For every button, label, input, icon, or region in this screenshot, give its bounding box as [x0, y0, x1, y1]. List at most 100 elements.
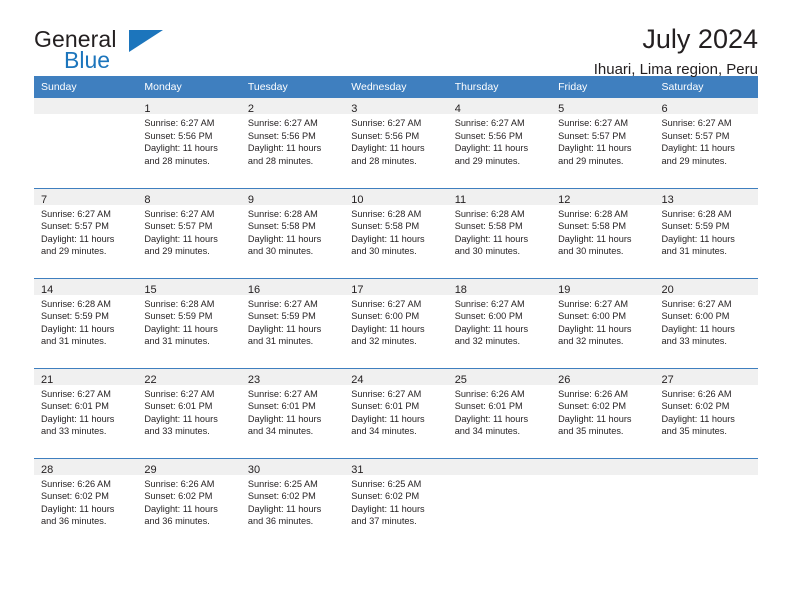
- calendar-day-cell[interactable]: 5 Sunrise: 6:27 AM Sunset: 5:57 PM Daylight…: [551, 98, 655, 188]
- day-number: 29: [144, 463, 157, 476]
- day-number: 3: [351, 103, 358, 115]
- calendar-day-cell[interactable]: 6 Sunrise: 6:27 AM Sunset: 5:57 PM Daylight…: [654, 98, 758, 188]
- calendar-day-cell[interactable]: 10 Sunrise: 6:28 AM Sunset: 5:58 PM Dayligh…: [344, 187, 448, 278]
- calendar-day-cell[interactable]: 18 Sunrise: 6:27 AM Sunset: 6:00 PM Dayligh…: [447, 277, 552, 368]
- calendar-day-cell[interactable]: 12 Sunrise: 6:28 AM Sunset: 5:58 PM Dayligh…: [551, 187, 655, 278]
- day-cell-content: 14 Sunrise: 6:28 AM Sunset: 5:59 PM Dayligh…: [34, 278, 138, 368]
- calendar-day-cell[interactable]: [34, 98, 138, 188]
- day-cell-content: 5 Sunrise: 6:27 AM Sunset: 5:57 PM Daylight…: [551, 98, 655, 187]
- calendar-day-cell[interactable]: 31 Sunrise: 6:25 AM Sunset: 6:02 PM Dayligh…: [344, 457, 448, 548]
- calendar-day-cell[interactable]: 20 Sunrise: 6:27 AM Sunset: 6:00 PM Dayligh…: [654, 277, 758, 368]
- daylight-text-line2: and 31 minutes.: [247, 336, 314, 347]
- day-number-band: 10: [344, 188, 448, 206]
- day-number: 4: [454, 103, 461, 115]
- sunrise-text: Sunrise: 6:27 AM: [41, 208, 111, 219]
- daylight-text-line2: and 28 minutes.: [144, 155, 210, 166]
- sunrise-text: Sunrise: 6:27 AM: [454, 118, 525, 128]
- daylight-text-line2: and 32 minutes.: [454, 336, 521, 347]
- day-number: 15: [144, 283, 157, 296]
- calendar-day-cell[interactable]: [654, 457, 758, 548]
- daylight-text-line2: and 31 minutes.: [144, 336, 210, 347]
- day-number-band: 31: [344, 458, 448, 476]
- daylight-text-line1: Daylight: 11 hours: [144, 413, 218, 424]
- day-cell-content: 17 Sunrise: 6:27 AM Sunset: 6:00 PM Dayligh…: [344, 278, 448, 368]
- day-cell-content: 8 Sunrise: 6:27 AM Sunset: 5:57 PM Daylight…: [137, 188, 241, 278]
- calendar-day-cell[interactable]: 25 Sunrise: 6:26 AM Sunset: 6:01 PM Dayligh…: [447, 367, 552, 458]
- daylight-text-line2: and 30 minutes.: [558, 246, 624, 257]
- sunrise-text: Sunrise: 6:28 AM: [454, 208, 525, 219]
- day-details: Sunrise: 6:26 AM Sunset: 6:02 PM Daylight:…: [655, 385, 758, 438]
- sunrise-text: Sunrise: 6:27 AM: [247, 118, 318, 128]
- calendar-day-cell[interactable]: 23 Sunrise: 6:27 AM Sunset: 6:01 PM Dayligh…: [240, 367, 345, 458]
- calendar-day-cell[interactable]: 13 Sunrise: 6:28 AM Sunset: 5:59 PM Dayligh…: [654, 187, 758, 278]
- daylight-text-line2: and 30 minutes.: [351, 246, 417, 257]
- sunset-text: Sunset: 5:57 PM: [558, 130, 627, 141]
- calendar-week-row: 21 Sunrise: 6:27 AM Sunset: 6:01 PM Dayligh…: [34, 367, 758, 458]
- day-details: Sunrise: 6:27 AM Sunset: 6:01 PM Daylight:…: [344, 385, 447, 438]
- calendar-day-cell[interactable]: 8 Sunrise: 6:27 AM Sunset: 5:57 PM Daylight…: [137, 187, 241, 278]
- calendar-day-cell[interactable]: 11 Sunrise: 6:28 AM Sunset: 5:58 PM Dayligh…: [447, 187, 552, 278]
- page-header: General Blue July 2024 Ihuari, Lima regi…: [34, 0, 758, 78]
- sunset-text: Sunset: 5:57 PM: [661, 130, 730, 141]
- day-details: Sunrise: 6:28 AM Sunset: 5:58 PM Daylight:…: [448, 205, 551, 258]
- calendar-day-cell[interactable]: 19 Sunrise: 6:27 AM Sunset: 6:00 PM Dayligh…: [551, 277, 655, 368]
- day-number: 14: [41, 283, 54, 296]
- calendar-day-cell[interactable]: 7 Sunrise: 6:27 AM Sunset: 5:57 PM Daylight…: [34, 187, 138, 278]
- day-number: 17: [351, 283, 364, 296]
- sunrise-text: Sunrise: 6:27 AM: [558, 298, 629, 309]
- calendar-day-cell[interactable]: 27 Sunrise: 6:26 AM Sunset: 6:02 PM Dayligh…: [654, 367, 758, 458]
- day-details: Sunrise: 6:27 AM Sunset: 5:57 PM Daylight:…: [137, 205, 240, 258]
- calendar-day-cell[interactable]: [447, 457, 552, 548]
- calendar-day-cell[interactable]: 30 Sunrise: 6:25 AM Sunset: 6:02 PM Dayligh…: [240, 457, 345, 548]
- day-number-band: 29: [137, 458, 241, 476]
- day-number-band: 3: [344, 98, 448, 115]
- daylight-text-line1: Daylight: 11 hours: [351, 233, 425, 244]
- daylight-text-line2: and 36 minutes.: [144, 516, 210, 527]
- calendar-day-cell[interactable]: 15 Sunrise: 6:28 AM Sunset: 5:59 PM Dayligh…: [137, 277, 241, 368]
- sunrise-text: Sunrise: 6:27 AM: [247, 298, 318, 309]
- daylight-text-line2: and 29 minutes.: [144, 246, 210, 257]
- daylight-text-line1: Daylight: 11 hours: [41, 503, 115, 514]
- day-number-band: [654, 458, 758, 475]
- calendar-day-cell[interactable]: 28 Sunrise: 6:26 AM Sunset: 6:02 PM Dayligh…: [34, 457, 138, 548]
- day-details: Sunrise: 6:28 AM Sunset: 5:58 PM Daylight:…: [344, 205, 447, 258]
- day-number-band: 18: [447, 278, 552, 296]
- day-number-band: 19: [551, 278, 655, 296]
- sunset-text: Sunset: 6:01 PM: [41, 401, 109, 412]
- day-details: Sunrise: 6:27 AM Sunset: 5:56 PM Daylight:…: [241, 114, 344, 167]
- daylight-text-line1: Daylight: 11 hours: [41, 413, 115, 424]
- calendar-day-cell[interactable]: 3 Sunrise: 6:27 AM Sunset: 5:56 PM Daylight…: [344, 98, 448, 188]
- calendar-day-cell[interactable]: 1 Sunrise: 6:27 AM Sunset: 5:56 PM Daylight…: [137, 98, 241, 188]
- calendar-day-cell[interactable]: 9 Sunrise: 6:28 AM Sunset: 5:58 PM Daylight…: [240, 187, 345, 278]
- calendar-day-cell[interactable]: 4 Sunrise: 6:27 AM Sunset: 5:56 PM Daylight…: [447, 98, 552, 188]
- day-details: Sunrise: 6:28 AM Sunset: 5:59 PM Daylight:…: [34, 295, 137, 348]
- calendar-day-cell[interactable]: 26 Sunrise: 6:26 AM Sunset: 6:02 PM Dayligh…: [551, 367, 655, 458]
- day-number-band: 27: [654, 368, 758, 386]
- calendar-day-cell[interactable]: 21 Sunrise: 6:27 AM Sunset: 6:01 PM Dayligh…: [34, 367, 138, 458]
- sunrise-text: Sunrise: 6:28 AM: [247, 208, 318, 219]
- calendar-day-cell[interactable]: 29 Sunrise: 6:26 AM Sunset: 6:02 PM Dayligh…: [137, 457, 241, 548]
- day-number-band: 9: [240, 188, 345, 206]
- day-number-band: 22: [137, 368, 241, 386]
- sunset-text: Sunset: 5:56 PM: [454, 130, 523, 141]
- calendar-day-cell[interactable]: 22 Sunrise: 6:27 AM Sunset: 6:01 PM Dayligh…: [137, 367, 241, 458]
- calendar-day-cell[interactable]: 16 Sunrise: 6:27 AM Sunset: 5:59 PM Dayligh…: [240, 277, 345, 368]
- calendar-day-cell[interactable]: 24 Sunrise: 6:27 AM Sunset: 6:01 PM Dayligh…: [344, 367, 448, 458]
- sunset-text: Sunset: 6:02 PM: [144, 491, 213, 502]
- calendar-day-cell[interactable]: [551, 457, 655, 548]
- calendar-day-cell[interactable]: 17 Sunrise: 6:27 AM Sunset: 6:00 PM Dayligh…: [344, 277, 448, 368]
- day-cell-content: 30 Sunrise: 6:25 AM Sunset: 6:02 PM Dayligh…: [240, 458, 345, 548]
- day-details: Sunrise: 6:27 AM Sunset: 6:00 PM Daylight:…: [448, 295, 551, 348]
- day-number-band: [551, 458, 655, 475]
- calendar-day-cell[interactable]: 2 Sunrise: 6:27 AM Sunset: 5:56 PM Daylight…: [240, 98, 345, 188]
- day-number: 18: [454, 283, 467, 296]
- daylight-text-line1: Daylight: 11 hours: [247, 503, 322, 514]
- daylight-text-line1: Daylight: 11 hours: [144, 503, 218, 514]
- day-number-band: 11: [447, 188, 552, 206]
- calendar-day-cell[interactable]: 14 Sunrise: 6:28 AM Sunset: 5:59 PM Dayligh…: [34, 277, 138, 368]
- sunset-text: Sunset: 5:58 PM: [454, 221, 523, 232]
- day-number-band: 21: [34, 368, 138, 386]
- day-number: 20: [661, 283, 674, 296]
- sunset-text: Sunset: 5:56 PM: [247, 130, 316, 141]
- day-number-band: 17: [344, 278, 448, 296]
